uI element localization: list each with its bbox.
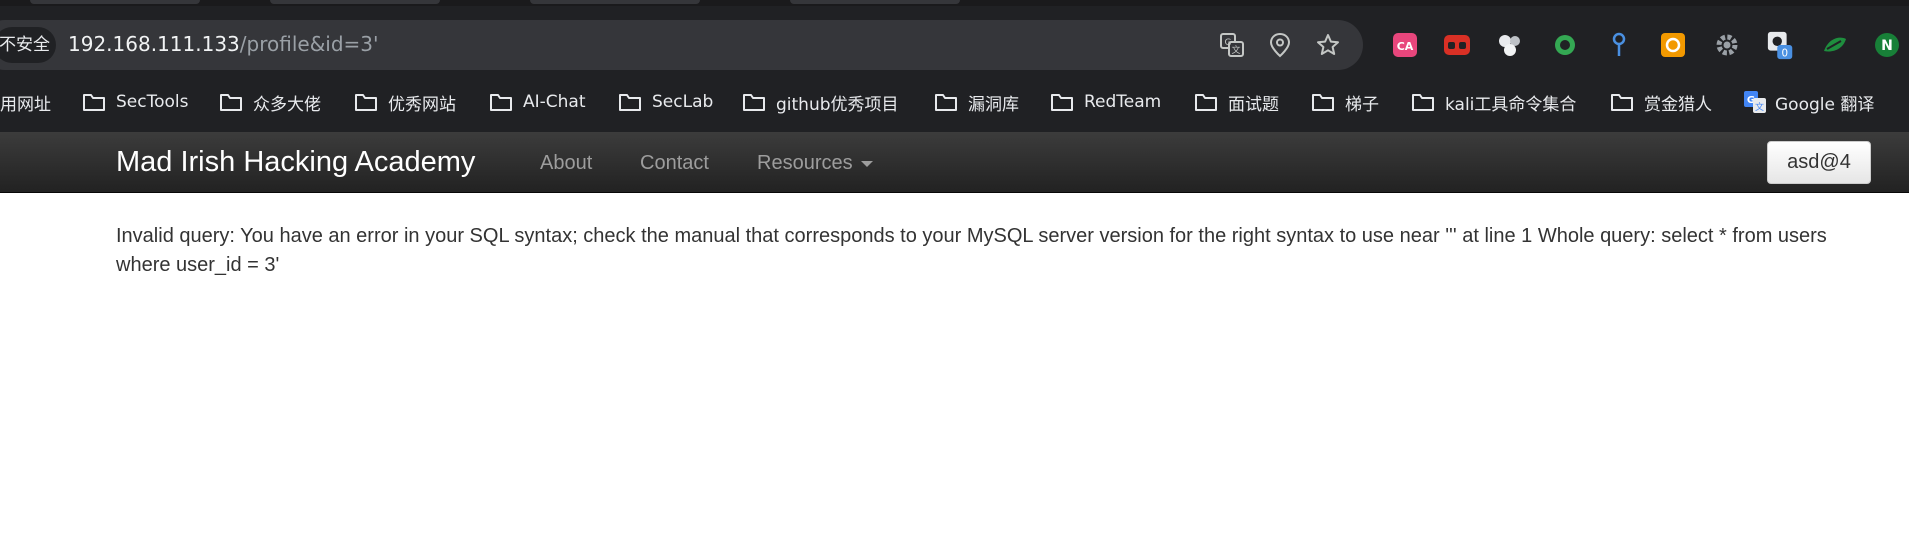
leaf-ext-icon[interactable] bbox=[1820, 30, 1850, 60]
bookmark-folder[interactable]: RedTeam bbox=[1050, 82, 1161, 122]
star-icon[interactable] bbox=[1314, 31, 1342, 59]
security-chip[interactable]: 不安全 bbox=[0, 27, 56, 63]
n-ext-icon[interactable]: N bbox=[1872, 30, 1902, 60]
folder-icon bbox=[355, 94, 377, 111]
bookmark-folder[interactable]: SecLab bbox=[618, 82, 713, 122]
svg-text:文: 文 bbox=[1231, 44, 1240, 56]
translate-icon[interactable]: 文G bbox=[1218, 31, 1246, 59]
gear-ext-icon[interactable] bbox=[1712, 30, 1742, 60]
folder-icon bbox=[619, 94, 641, 111]
bookmark-label: 梯子 bbox=[1345, 94, 1379, 115]
bookmark-label: SecTools bbox=[116, 92, 189, 112]
svg-text:文: 文 bbox=[1755, 101, 1764, 113]
bookmark-item[interactable]: G文 Google 翻译 bbox=[1743, 82, 1874, 122]
bookmark-label: kali工具命令集合 bbox=[1445, 94, 1577, 115]
bookmark-folder[interactable]: kali工具命令集合 bbox=[1411, 82, 1576, 122]
bookmark-label: 优秀网站 bbox=[388, 94, 456, 115]
browser-chrome: 不安全 192.168.111.133/profile&id=3' 文G CA … bbox=[0, 0, 1909, 132]
folder-icon bbox=[1611, 94, 1633, 111]
folder-icon bbox=[743, 94, 765, 111]
folder-icon bbox=[1412, 94, 1434, 111]
site-navbar: Mad Irish Hacking Academy About Contact … bbox=[0, 132, 1909, 193]
svg-text:0: 0 bbox=[1781, 47, 1788, 59]
bookmark-label: Google 翻译 bbox=[1775, 94, 1875, 115]
bookmark-label: 众多大佬 bbox=[253, 94, 321, 115]
bookmark-folder[interactable]: github优秀项目 bbox=[742, 82, 899, 122]
bookmark-label: 赏金猎人 bbox=[1644, 94, 1712, 115]
bookmark-folder[interactable]: 梯子 bbox=[1311, 82, 1379, 122]
bookmarks-bar: 用网址 SecTools 众多大佬 优秀网站 AI-Chat SecLab gi… bbox=[0, 82, 1909, 122]
caret-down-icon bbox=[860, 160, 873, 167]
url-host: 192.168.111.133 bbox=[68, 32, 240, 56]
bookmark-label: SecLab bbox=[652, 92, 714, 112]
bookmark-folder[interactable]: 面试题 bbox=[1194, 82, 1279, 122]
bookmark-label: 面试题 bbox=[1228, 94, 1279, 115]
svg-text:N: N bbox=[1881, 38, 1893, 54]
bookmark-label: github优秀项目 bbox=[776, 94, 899, 115]
nav-contact[interactable]: Contact bbox=[640, 150, 709, 176]
bookmark-label: 用网址 bbox=[0, 94, 51, 115]
tab[interactable] bbox=[30, 0, 200, 4]
folder-icon bbox=[1051, 94, 1073, 111]
folder-icon bbox=[220, 94, 242, 111]
location-icon[interactable] bbox=[1266, 31, 1294, 59]
cluster-ext-icon[interactable] bbox=[1495, 30, 1525, 60]
nav-about[interactable]: About bbox=[540, 150, 592, 176]
ring-ext-icon[interactable] bbox=[1550, 30, 1580, 60]
translate-ext-icon[interactable]: CA bbox=[1390, 30, 1420, 60]
box-ext-icon[interactable] bbox=[1658, 30, 1688, 60]
url-text[interactable]: 192.168.111.133/profile&id=3' bbox=[68, 30, 379, 58]
svg-text:CA: CA bbox=[1397, 40, 1414, 53]
bookmark-label: AI-Chat bbox=[523, 92, 586, 112]
bookmark-folder[interactable]: SecTools bbox=[82, 82, 188, 122]
url-path: /profile&id=3' bbox=[239, 32, 379, 56]
folder-icon bbox=[935, 94, 957, 111]
pin-ext-icon[interactable] bbox=[1604, 30, 1634, 60]
tab[interactable] bbox=[790, 0, 960, 4]
bookmark-folder[interactable]: AI-Chat bbox=[489, 82, 586, 122]
bookmark-folder[interactable]: 赏金猎人 bbox=[1610, 82, 1712, 122]
site-brand[interactable]: Mad Irish Hacking Academy bbox=[116, 145, 475, 179]
nav-resources[interactable]: Resources bbox=[757, 150, 873, 176]
folder-icon bbox=[1312, 94, 1334, 111]
folder-icon bbox=[1195, 94, 1217, 111]
nav-resources-label: Resources bbox=[757, 152, 853, 174]
bookmark-label: 漏洞库 bbox=[968, 94, 1019, 115]
bookmark-folder[interactable]: 漏洞库 bbox=[934, 82, 1019, 122]
google-translate-icon: G文 bbox=[1744, 91, 1766, 113]
folder-icon bbox=[83, 94, 105, 111]
svg-text:G: G bbox=[1225, 38, 1232, 48]
glasses-ext-icon[interactable] bbox=[1442, 30, 1472, 60]
bookmark-item[interactable]: 用网址 bbox=[0, 82, 51, 122]
tab[interactable] bbox=[270, 0, 440, 4]
user-menu-button[interactable]: asd@4 bbox=[1767, 141, 1871, 184]
bookmark-label: RedTeam bbox=[1084, 92, 1162, 112]
bookmark-folder[interactable]: 众多大佬 bbox=[219, 82, 321, 122]
folder-icon bbox=[490, 94, 512, 111]
tab[interactable] bbox=[530, 0, 700, 4]
bookmark-folder[interactable]: 优秀网站 bbox=[354, 82, 456, 122]
error-message: Invalid query: You have an error in your… bbox=[116, 225, 1827, 276]
camera-ext-icon[interactable]: 0 bbox=[1766, 30, 1796, 60]
